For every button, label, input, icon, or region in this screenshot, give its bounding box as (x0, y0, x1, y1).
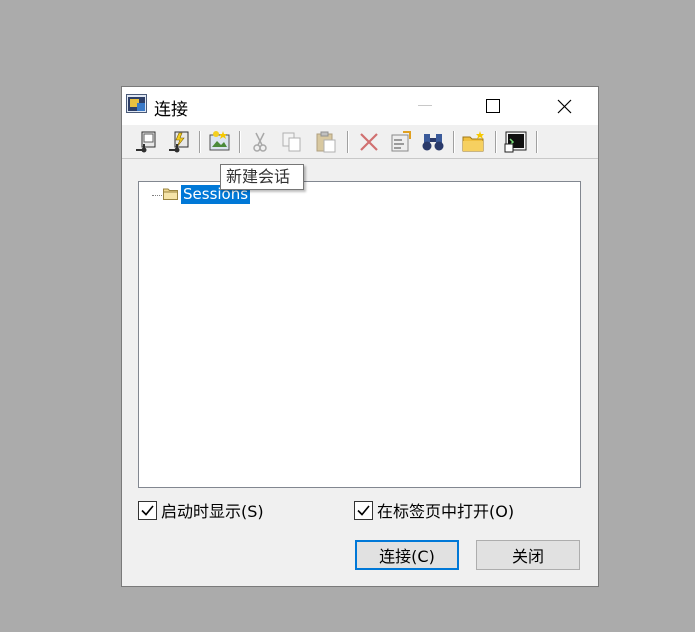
terminal-icon (504, 131, 527, 153)
find-toolbar-button[interactable] (420, 129, 446, 155)
checkmark-icon (141, 504, 154, 516)
maximize-button[interactable] (470, 87, 516, 125)
connect-icon (136, 131, 156, 153)
close-icon (557, 99, 571, 113)
toolbar-separator (495, 131, 497, 153)
copy-icon (282, 132, 301, 152)
delete-icon (360, 133, 378, 151)
show-on-startup-checkbox[interactable] (138, 500, 157, 520)
checkmark-icon (357, 504, 370, 516)
toolbar (122, 125, 598, 159)
open-in-tab-option[interactable]: 在标签页中打开(O) (354, 499, 514, 521)
new-session-toolbar-button[interactable] (207, 129, 233, 155)
connect-toolbar-button[interactable] (133, 129, 159, 155)
toolbar-separator (239, 131, 241, 153)
cut-toolbar-button[interactable] (247, 129, 273, 155)
paste-toolbar-button[interactable] (313, 129, 339, 155)
new-session-tooltip: 新建会话 (220, 164, 304, 190)
close-window-button[interactable] (541, 87, 587, 125)
app-icon (126, 94, 147, 113)
properties-icon (391, 131, 411, 152)
toolbar-separator (199, 131, 201, 153)
toolbar-separator (453, 131, 455, 153)
open-in-tab-checkbox[interactable] (354, 500, 373, 520)
connect-button[interactable]: 连接(C) (355, 540, 459, 570)
properties-toolbar-button[interactable] (388, 129, 414, 155)
window-title: 连接 (154, 100, 188, 120)
minimize-icon (418, 105, 432, 106)
show-on-startup-option[interactable]: 启动时显示(S) (138, 499, 264, 521)
maximize-icon (486, 99, 500, 113)
toolbar-separator (347, 131, 349, 153)
close-button[interactable]: 关闭 (476, 540, 580, 570)
terminal-toolbar-button[interactable] (503, 129, 529, 155)
new-folder-icon (462, 131, 484, 152)
open-in-tab-label[interactable]: 在标签页中打开(O) (377, 498, 514, 522)
quick-connect-icon (169, 131, 189, 153)
paste-icon (316, 131, 336, 153)
connect-dialog: 连接 Sessions 启动时显示(S) 在标签页中打开(O) 连接(C) 关闭 (121, 86, 599, 587)
title-bar[interactable]: 连接 (122, 87, 598, 125)
minimize-button[interactable] (402, 87, 448, 125)
new-session-icon (209, 131, 230, 151)
new-folder-toolbar-button[interactable] (461, 129, 487, 155)
delete-toolbar-button[interactable] (356, 129, 382, 155)
find-icon (422, 134, 444, 151)
copy-toolbar-button[interactable] (279, 129, 305, 155)
quick-connect-toolbar-button[interactable] (166, 129, 192, 155)
cut-icon (253, 132, 267, 152)
toolbar-separator (536, 131, 538, 153)
session-tree[interactable]: Sessions (138, 181, 581, 488)
show-on-startup-label[interactable]: 启动时显示(S) (161, 498, 264, 522)
folder-icon (163, 188, 178, 200)
